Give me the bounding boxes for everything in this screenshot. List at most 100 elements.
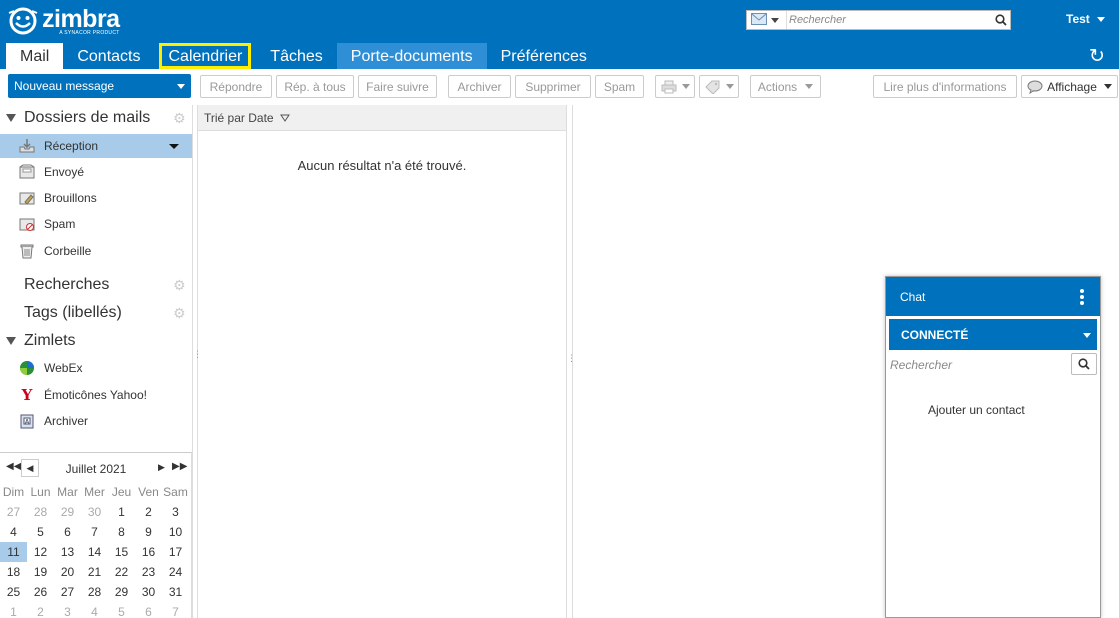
calendar-day[interactable]: 25 xyxy=(0,582,27,602)
tags-header[interactable]: Tags (libellés) ⚙ xyxy=(0,301,192,325)
zimlet-webex[interactable]: WebEx xyxy=(0,356,192,380)
calendar-day[interactable]: 30 xyxy=(135,582,162,602)
view-button[interactable]: Affichage xyxy=(1021,75,1118,98)
calendar-day[interactable]: 30 xyxy=(81,502,108,522)
archive-button[interactable]: Archiver xyxy=(448,75,511,98)
calendar-day[interactable]: 18 xyxy=(0,562,27,582)
calendar-day[interactable]: 19 xyxy=(27,562,54,582)
calendar-day[interactable]: 8 xyxy=(108,522,135,542)
folder-drafts[interactable]: Brouillons xyxy=(0,186,192,210)
gear-icon[interactable]: ⚙ xyxy=(173,305,186,322)
spam-button[interactable]: Spam xyxy=(595,75,644,98)
calendar-day[interactable]: 12 xyxy=(27,542,54,562)
new-message-button[interactable]: Nouveau message xyxy=(8,74,191,98)
calendar-day[interactable]: 24 xyxy=(162,562,189,582)
tab-briefcase[interactable]: Porte-documents xyxy=(336,43,487,69)
mail-folders-header[interactable]: Dossiers de mails ⚙ xyxy=(0,106,192,130)
calendar-day[interactable]: 4 xyxy=(81,602,108,618)
calendar-day-today[interactable]: 11 xyxy=(0,542,27,562)
calendar-day[interactable]: 9 xyxy=(135,522,162,542)
calendar-day[interactable]: 6 xyxy=(54,522,81,542)
calendar-day[interactable]: 29 xyxy=(54,502,81,522)
calendar-day[interactable]: 5 xyxy=(27,522,54,542)
add-contact-link[interactable]: Ajouter un contact xyxy=(928,403,1025,417)
calendar-day[interactable]: 5 xyxy=(108,602,135,618)
read-more-button[interactable]: Lire plus d'informations xyxy=(873,75,1017,98)
calendar-day[interactable]: 1 xyxy=(0,602,27,618)
chat-header[interactable]: Chat xyxy=(886,277,1100,316)
calendar-day[interactable]: 27 xyxy=(54,582,81,602)
calendar-day[interactable]: 3 xyxy=(162,502,189,522)
calendar-day[interactable]: 31 xyxy=(162,582,189,602)
calendar-day[interactable]: 14 xyxy=(81,542,108,562)
empty-list-message: Aucun résultat n'a été trouvé. xyxy=(297,158,467,173)
calendar-day[interactable]: 21 xyxy=(81,562,108,582)
calendar-day[interactable]: 13 xyxy=(54,542,81,562)
drag-handle-icon[interactable]: ⋮ xyxy=(567,353,576,364)
calendar-day[interactable]: 10 xyxy=(162,522,189,542)
chevron-down-icon[interactable] xyxy=(177,83,185,89)
tag-button[interactable] xyxy=(699,75,739,98)
zimbra-logo[interactable]: zimbra A SYNACOR PRODUCT xyxy=(6,7,120,36)
chat-search-button[interactable] xyxy=(1071,353,1097,375)
calendar-day[interactable]: 23 xyxy=(135,562,162,582)
calendar-day[interactable]: 29 xyxy=(108,582,135,602)
calendar-day[interactable]: 2 xyxy=(135,502,162,522)
actions-button[interactable]: Actions xyxy=(750,75,821,98)
search-button[interactable] xyxy=(992,11,1010,29)
next-month-icon[interactable]: ▶ xyxy=(158,462,165,473)
zimlets-header[interactable]: Zimlets xyxy=(0,329,192,353)
calendar-day[interactable]: 15 xyxy=(108,542,135,562)
reply-button[interactable]: Répondre xyxy=(200,75,272,98)
reply-all-button[interactable]: Rép. à tous xyxy=(276,75,354,98)
tab-calendar[interactable]: Calendrier xyxy=(159,43,252,69)
user-menu[interactable]: Test xyxy=(1066,12,1105,26)
calendar-day[interactable]: 27 xyxy=(0,502,27,522)
delete-button[interactable]: Supprimer xyxy=(515,75,591,98)
more-options-icon[interactable] xyxy=(1080,289,1084,307)
calendar-day[interactable]: 7 xyxy=(162,602,189,618)
tab-mail[interactable]: Mail xyxy=(6,43,64,69)
zimlet-yahoo-emoticons[interactable]: Y Émoticônes Yahoo! xyxy=(0,383,192,407)
right-splitter[interactable]: ⋮ xyxy=(566,105,576,618)
searches-header[interactable]: Recherches ⚙ xyxy=(0,273,192,297)
collapse-triangle-icon[interactable] xyxy=(6,337,16,345)
calendar-day[interactable]: 7 xyxy=(81,522,108,542)
refresh-icon[interactable]: ↻ xyxy=(1089,45,1105,68)
folder-inbox[interactable]: Réception xyxy=(0,134,192,158)
folder-spam[interactable]: Spam xyxy=(0,212,192,236)
zimlet-archive[interactable]: A Archiver xyxy=(0,409,192,433)
search-type-menu[interactable] xyxy=(747,11,787,29)
sort-header[interactable]: Trié par Date xyxy=(198,105,566,131)
calendar-day[interactable]: 26 xyxy=(27,582,54,602)
calendar-day[interactable]: 28 xyxy=(27,502,54,522)
chat-panel: Chat CONNECTÉ Ajouter un contact xyxy=(885,276,1101,618)
calendar-day[interactable]: 1 xyxy=(108,502,135,522)
chat-search xyxy=(886,352,1100,378)
print-button[interactable] xyxy=(655,75,695,98)
calendar-day[interactable]: 16 xyxy=(135,542,162,562)
calendar-day[interactable]: 4 xyxy=(0,522,27,542)
chat-search-input[interactable] xyxy=(886,358,1066,372)
tab-contacts[interactable]: Contacts xyxy=(63,43,154,69)
calendar-day[interactable]: 3 xyxy=(54,602,81,618)
calendar-day[interactable]: 20 xyxy=(54,562,81,582)
forward-button[interactable]: Faire suivre xyxy=(358,75,437,98)
next-year-icon[interactable]: ▶▶ xyxy=(172,461,187,472)
collapse-triangle-icon[interactable] xyxy=(6,114,16,122)
calendar-day[interactable]: 28 xyxy=(81,582,108,602)
chevron-down-icon[interactable] xyxy=(169,144,179,149)
calendar-day[interactable]: 6 xyxy=(135,602,162,618)
folder-label: Réception xyxy=(44,139,99,153)
folder-sent[interactable]: Envoyé xyxy=(0,160,192,184)
calendar-day[interactable]: 2 xyxy=(27,602,54,618)
gear-icon[interactable]: ⚙ xyxy=(173,277,186,294)
chat-status-menu[interactable]: CONNECTÉ xyxy=(889,319,1097,350)
calendar-day[interactable]: 17 xyxy=(162,542,189,562)
tab-preferences[interactable]: Préférences xyxy=(487,43,601,69)
gear-icon[interactable]: ⚙ xyxy=(173,110,186,127)
search-input[interactable] xyxy=(787,11,992,29)
calendar-day[interactable]: 22 xyxy=(108,562,135,582)
tab-tasks[interactable]: Tâches xyxy=(256,43,336,69)
folder-trash[interactable]: Corbeille xyxy=(0,239,192,263)
